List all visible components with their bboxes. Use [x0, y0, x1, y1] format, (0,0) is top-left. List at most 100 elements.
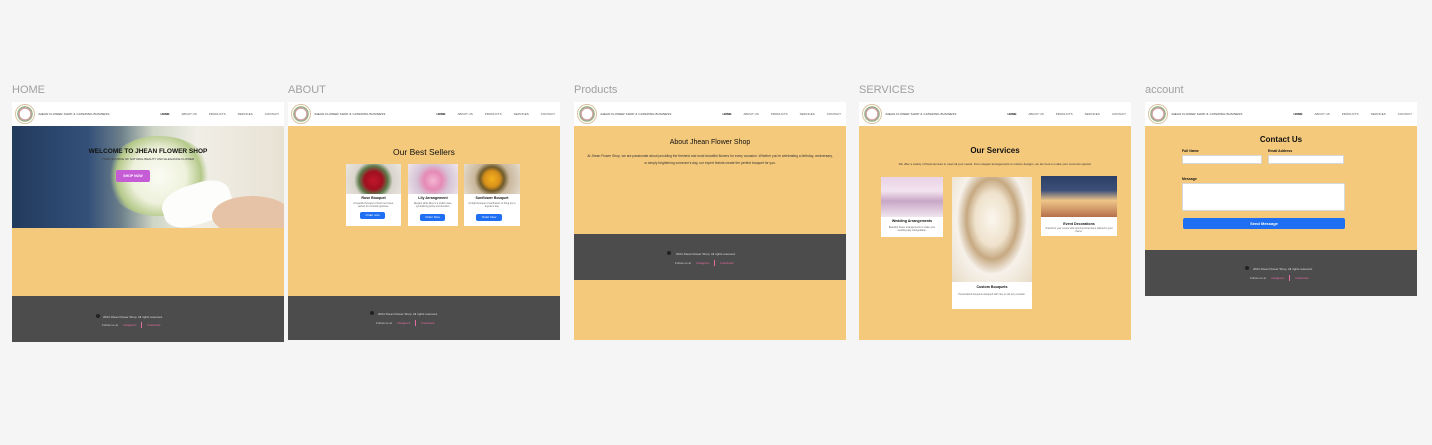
- order-now-button[interactable]: Order Now: [476, 214, 502, 221]
- service-card: Custom Bouquets Personalized bouquets de…: [952, 177, 1032, 309]
- order-now-button[interactable]: Order Now: [420, 214, 445, 221]
- nav-about[interactable]: ABOUT US: [1028, 112, 1043, 116]
- nav-services[interactable]: SERVICES: [238, 112, 253, 116]
- footer: 2024 Jhean Flower Shop. All rights reser…: [288, 296, 560, 340]
- wedding-image: [881, 177, 943, 217]
- nav-home[interactable]: HOME: [722, 112, 731, 116]
- brand-name: JHEAN FLOWER SHOP & CATERING BUSINESS: [314, 112, 386, 116]
- order-now-button[interactable]: Order now: [360, 212, 385, 219]
- about-title: About Jhean Flower Shop: [669, 139, 751, 146]
- nav-about[interactable]: ABOUT US: [181, 112, 196, 116]
- frame-label-services: SERVICES: [859, 84, 915, 96]
- hero-title: WELCOME TO JHEAN FLOWER SHOP: [88, 148, 208, 155]
- shop-now-button[interactable]: SHOP NOW: [116, 170, 150, 182]
- instagram-link[interactable]: Instagram: [123, 323, 136, 327]
- footer-divider: [141, 322, 143, 328]
- instagram-link[interactable]: Instagram: [397, 321, 410, 325]
- facebook-link[interactable]: Facebook: [1295, 276, 1308, 280]
- footer: 2024 Jhean Flower Shop. All rights reser…: [574, 234, 846, 280]
- nav-about[interactable]: ABOUT US: [1314, 112, 1329, 116]
- footer-logo-icon: [667, 251, 671, 255]
- footer-divider: [415, 320, 417, 326]
- navbar: JHEAN FLOWER SHOP & CATERING BUSINESS HO…: [859, 102, 1131, 126]
- frame-label-home: HOME: [12, 84, 45, 96]
- lily-arrangement-image: [408, 164, 458, 194]
- nav-products[interactable]: PRODUCTS: [485, 112, 502, 116]
- frame-label-about: ABOUT: [288, 84, 326, 96]
- nav-products[interactable]: PRODUCTS: [1342, 112, 1359, 116]
- footer-follow: Follow us at Instagram Facebook: [376, 320, 435, 326]
- navbar: JHEAN FLOWER SHOP & CATERING BUSINESS HO…: [288, 102, 560, 126]
- footer-copyright: 2024 Jhean Flower Shop. All rights reser…: [1253, 267, 1313, 271]
- logo-icon[interactable]: [291, 104, 311, 124]
- nav-home[interactable]: HOME: [1007, 112, 1016, 116]
- service-card: Event Decorations Transform your events …: [1041, 176, 1117, 236]
- nav-products[interactable]: PRODUCTS: [209, 112, 226, 116]
- email-input[interactable]: [1268, 155, 1344, 164]
- services-text: We offer a variety of floral services to…: [898, 162, 1092, 166]
- navbar: JHEAN FLOWER SHOP & CATERING BUSINESS HO…: [1145, 102, 1417, 126]
- nav-about[interactable]: ABOUT US: [743, 112, 758, 116]
- logo-icon[interactable]: [1148, 104, 1168, 124]
- card-desc: Beautiful flower arrangements to make yo…: [888, 226, 936, 232]
- sunflower-bouquet-image: [464, 164, 520, 194]
- card-desc: Elegant white lilies in a stylish vase, …: [414, 202, 452, 208]
- footer: 2024 Jhean Flower Shop. All rights reser…: [1145, 250, 1417, 296]
- nav-about[interactable]: ABOUT US: [457, 112, 472, 116]
- products-frame: JHEAN FLOWER SHOP & CATERING BUSINESS HO…: [574, 102, 846, 340]
- instagram-link[interactable]: Instagram: [1271, 276, 1284, 280]
- nav-services[interactable]: SERVICES: [800, 112, 815, 116]
- card-desc: Personalized bouquets designed with care…: [958, 293, 1026, 296]
- nav-home[interactable]: HOME: [160, 112, 169, 116]
- frame-label-account: account: [1145, 84, 1184, 96]
- footer-copyright: 2024 Jhean Flower Shop. All rights reser…: [378, 312, 438, 316]
- full-name-label: Full Name: [1182, 149, 1199, 153]
- footer-divider: [1289, 275, 1291, 281]
- brand-name: JHEAN FLOWER SHOP & CATERING BUSINESS: [38, 112, 110, 116]
- card-title: Event Decorations: [1063, 222, 1095, 226]
- logo-icon[interactable]: [15, 104, 35, 124]
- nav-home[interactable]: HOME: [1293, 112, 1302, 116]
- facebook-link[interactable]: Facebook: [720, 261, 733, 265]
- card-title: Lily Arrangement: [418, 196, 448, 200]
- footer-copyright: 2024 Jhean Flower Shop. All rights reser…: [103, 315, 163, 319]
- nav-menu: HOME ABOUT US PRODUCTS SERVICES CONTACT: [160, 112, 279, 116]
- message-textarea[interactable]: [1182, 183, 1345, 211]
- nav-contact[interactable]: CONTACT: [541, 112, 555, 116]
- footer-follow: Follow us at Instagram Facebook: [675, 260, 734, 266]
- nav-services[interactable]: SERVICES: [514, 112, 529, 116]
- best-sellers-title: Our Best Sellers: [393, 147, 455, 157]
- custom-bouquet-image: [952, 177, 1032, 282]
- full-name-input[interactable]: [1182, 155, 1262, 164]
- logo-icon[interactable]: [862, 104, 882, 124]
- card-desc: A beautiful bouquet of fresh red roses, …: [353, 202, 394, 208]
- footer-follow: Follow us at Instagram Facebook: [102, 322, 161, 328]
- nav-contact[interactable]: CONTACT: [1398, 112, 1412, 116]
- footer-divider: [714, 260, 716, 266]
- brand-name: JHEAN FLOWER SHOP & CATERING BUSINESS: [600, 112, 672, 116]
- instagram-link[interactable]: Instagram: [696, 261, 709, 265]
- nav-contact[interactable]: CONTACT: [265, 112, 279, 116]
- follow-text: Follow us at: [675, 261, 692, 265]
- nav-home[interactable]: HOME: [436, 112, 445, 116]
- about-text: At Jhean Flower Shop, we are passionate …: [587, 154, 833, 165]
- account-frame: JHEAN FLOWER SHOP & CATERING BUSINESS HO…: [1145, 102, 1417, 296]
- nav-menu: HOME ABOUT US PRODUCTS SERVICES CONTACT: [436, 112, 555, 116]
- facebook-link[interactable]: Facebook: [147, 323, 160, 327]
- nav-products[interactable]: PRODUCTS: [771, 112, 788, 116]
- facebook-link[interactable]: Facebook: [421, 321, 434, 325]
- logo-icon[interactable]: [577, 104, 597, 124]
- nav-products[interactable]: PRODUCTS: [1056, 112, 1073, 116]
- footer-logo-icon: [96, 314, 100, 318]
- nav-contact[interactable]: CONTACT: [827, 112, 841, 116]
- product-card: Sunflower Bouquet A bright bouquet of su…: [464, 164, 520, 226]
- nav-services[interactable]: SERVICES: [1085, 112, 1100, 116]
- send-message-button[interactable]: Send Message: [1183, 218, 1345, 229]
- nav-contact[interactable]: CONTACT: [1112, 112, 1126, 116]
- follow-text: Follow us at: [1250, 276, 1267, 280]
- nav-services[interactable]: SERVICES: [1371, 112, 1386, 116]
- product-card: Rose Bouquet A beautiful bouquet of fres…: [346, 164, 401, 226]
- follow-text: Follow us at: [376, 321, 393, 325]
- nav-menu: HOME ABOUT US PRODUCTS SERVICES CONTACT: [1293, 112, 1412, 116]
- card-desc: A bright bouquet of sunflowers to bring …: [468, 202, 516, 208]
